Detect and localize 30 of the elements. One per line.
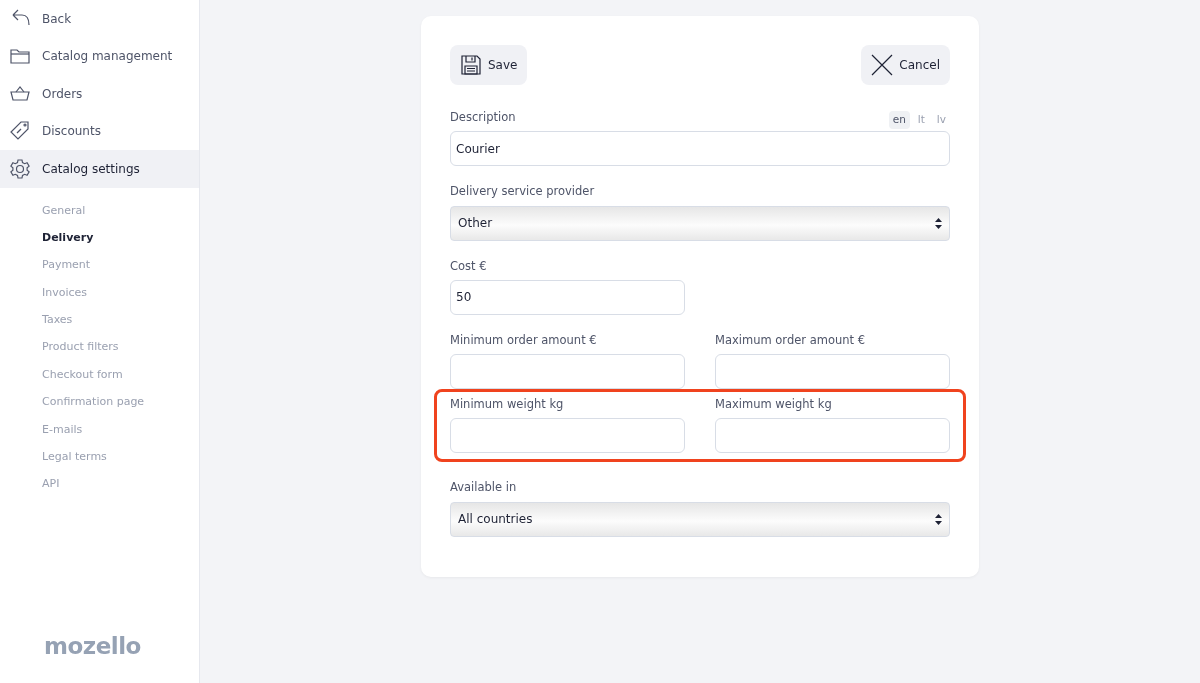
- dropdown-arrows-icon: [935, 513, 942, 525]
- input-field[interactable]: 50: [450, 279, 685, 315]
- input-field[interactable]: [715, 354, 950, 389]
- dropdown-arrows-icon: [935, 217, 942, 229]
- field-label: Available in: [450, 479, 517, 497]
- field-label: Minimum weight kg: [450, 396, 564, 413]
- save-button[interactable]: Save: [450, 45, 528, 85]
- sidebar-nav-item[interactable]: Discounts: [0, 112, 199, 150]
- sidebar-nav-item[interactable]: Orders: [0, 75, 199, 113]
- input-field[interactable]: Courier: [450, 131, 950, 167]
- field-label: Description: [450, 109, 516, 126]
- input-field[interactable]: [715, 418, 950, 454]
- field-label: Maximum weight kg: [715, 396, 832, 413]
- brand-logo: mozello: [44, 631, 142, 661]
- sidebar-nav-item[interactable]: Catalog management: [0, 37, 199, 75]
- field-label: Cost €: [450, 257, 487, 275]
- dropdown-select[interactable]: All countries: [450, 501, 950, 537]
- settings-icon: [8, 157, 32, 180]
- field-label: Maximum order amount €: [715, 331, 865, 349]
- sidebar-nav-item[interactable]: Back: [0, 0, 199, 38]
- input-field[interactable]: [450, 418, 685, 454]
- settings-menu-link[interactable]: Delivery: [42, 223, 199, 252]
- cancel-button[interactable]: Cancel: [861, 45, 950, 85]
- close-icon: [871, 54, 894, 76]
- input-field[interactable]: [450, 354, 685, 389]
- language-tab[interactable]: en: [888, 111, 910, 129]
- sidebar-nav-item[interactable]: Catalog settings: [0, 150, 199, 188]
- field-label: Minimum order amount €: [450, 331, 597, 349]
- dropdown-select[interactable]: Other: [450, 205, 950, 241]
- field-label: Delivery service provider: [450, 183, 595, 201]
